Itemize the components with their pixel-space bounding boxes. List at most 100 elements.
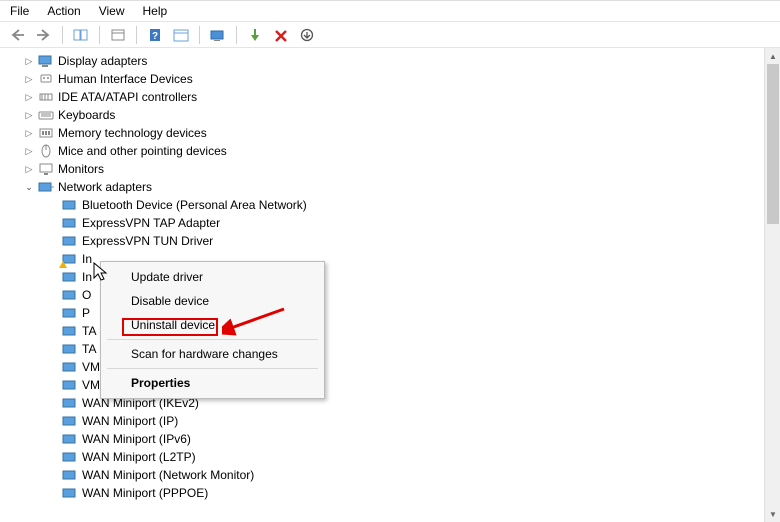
context-separator (107, 339, 318, 340)
category-mice[interactable]: ▷ Mice and other pointing devices (20, 142, 780, 160)
expand-icon[interactable]: ▷ (24, 164, 34, 175)
device-wan-netmon[interactable]: WAN Miniport (Network Monitor) (62, 466, 780, 484)
network-device-icon (62, 288, 78, 302)
device-wan-l2tp[interactable]: WAN Miniport (L2TP) (62, 448, 780, 466)
category-label: Keyboards (58, 108, 115, 122)
calendar-icon[interactable] (171, 25, 191, 45)
context-menu: Update driver Disable device Uninstall d… (100, 261, 325, 399)
category-ide[interactable]: ▷ IDE ATA/ATAPI controllers (20, 88, 780, 106)
network-device-icon (62, 360, 78, 374)
context-scan-hardware[interactable]: Scan for hardware changes (103, 342, 322, 366)
category-hid[interactable]: ▷ Human Interface Devices (20, 70, 780, 88)
display-adapter-icon (38, 54, 54, 68)
context-separator (107, 368, 318, 369)
keyboard-icon (38, 108, 54, 122)
device-label: WAN Miniport (IP) (82, 414, 178, 428)
device-label: WAN Miniport (Network Monitor) (82, 468, 254, 482)
device-expressvpn-tap[interactable]: ExpressVPN TAP Adapter (62, 214, 780, 232)
toolbar-separator (99, 26, 100, 44)
toolbar-separator (199, 26, 200, 44)
category-label: Mice and other pointing devices (58, 144, 227, 158)
category-keyboards[interactable]: ▷ Keyboards (20, 106, 780, 124)
context-properties[interactable]: Properties (103, 371, 322, 395)
category-monitors[interactable]: ▷ Monitors (20, 160, 780, 178)
category-label: Network adapters (58, 180, 152, 194)
menu-help[interactable]: Help (143, 4, 168, 18)
network-device-icon (62, 396, 78, 410)
category-network-adapters[interactable]: ⌄ Network adapters (20, 178, 780, 196)
category-label: Human Interface Devices (58, 72, 193, 86)
enable-device-button[interactable] (245, 25, 265, 45)
memory-icon (38, 126, 54, 140)
network-device-icon (62, 486, 78, 500)
category-label: Monitors (58, 162, 104, 176)
svg-text:?: ? (152, 31, 158, 42)
network-device-icon (62, 414, 78, 428)
expand-icon[interactable]: ▷ (24, 110, 34, 121)
device-label: In (82, 270, 92, 284)
mouse-icon (38, 144, 54, 158)
category-display-adapters[interactable]: ▷ Display adapters (20, 52, 780, 70)
disable-device-button[interactable] (271, 25, 291, 45)
expand-icon[interactable]: ▷ (24, 74, 34, 85)
toolbar-separator (236, 26, 237, 44)
vertical-scrollbar[interactable]: ▲ ▼ (764, 48, 780, 522)
collapse-icon[interactable]: ⌄ (24, 182, 34, 193)
device-label: ExpressVPN TUN Driver (82, 234, 213, 248)
device-bluetooth-pan[interactable]: Bluetooth Device (Personal Area Network) (62, 196, 780, 214)
menu-file[interactable]: File (10, 4, 29, 18)
ide-icon (38, 90, 54, 104)
device-label: WAN Miniport (PPPOE) (82, 486, 208, 500)
menu-action[interactable]: Action (47, 4, 80, 18)
warning-badge-icon (59, 261, 67, 268)
context-uninstall-device[interactable]: Uninstall device (103, 313, 322, 337)
device-wan-ip[interactable]: WAN Miniport (IP) (62, 412, 780, 430)
help-button[interactable]: ? (145, 25, 165, 45)
show-hide-tree-button[interactable] (71, 25, 91, 45)
expand-icon[interactable]: ▷ (24, 92, 34, 103)
network-device-icon (62, 270, 78, 284)
device-label: Bluetooth Device (Personal Area Network) (82, 198, 307, 212)
network-device-icon (62, 432, 78, 446)
network-device-icon (62, 216, 78, 230)
expand-icon[interactable]: ▷ (24, 56, 34, 67)
device-wan-pppoe[interactable]: WAN Miniport (PPPOE) (62, 484, 780, 502)
network-device-icon (62, 252, 78, 266)
context-disable-device[interactable]: Disable device (103, 289, 322, 313)
toolbar-separator (62, 26, 63, 44)
category-label: Memory technology devices (58, 126, 207, 140)
device-label: O (82, 288, 91, 302)
expand-icon[interactable]: ▷ (24, 146, 34, 157)
context-update-driver[interactable]: Update driver (103, 265, 322, 289)
toolbar-separator (136, 26, 137, 44)
device-wan-ipv6[interactable]: WAN Miniport (IPv6) (62, 430, 780, 448)
device-expressvpn-tun[interactable]: ExpressVPN TUN Driver (62, 232, 780, 250)
network-device-icon (62, 342, 78, 356)
device-label: P (82, 306, 90, 320)
menubar: File Action View Help (0, 1, 780, 22)
device-label: WAN Miniport (L2TP) (82, 450, 196, 464)
device-label: TA (82, 342, 96, 356)
device-label: In (82, 252, 92, 266)
network-device-icon (62, 306, 78, 320)
network-device-icon (62, 234, 78, 248)
network-adapter-icon (38, 180, 54, 194)
back-button[interactable] (8, 25, 28, 45)
device-label: WAN Miniport (IPv6) (82, 432, 191, 446)
category-memtech[interactable]: ▷ Memory technology devices (20, 124, 780, 142)
scroll-thumb[interactable] (767, 64, 779, 224)
network-device-icon (62, 450, 78, 464)
menu-view[interactable]: View (99, 4, 125, 18)
network-device-icon (62, 198, 78, 212)
toolbar: ? (0, 22, 780, 48)
scan-hardware-button[interactable] (208, 25, 228, 45)
uninstall-device-button[interactable] (297, 25, 317, 45)
scroll-up-arrow-icon[interactable]: ▲ (765, 48, 780, 64)
properties-button[interactable] (108, 25, 128, 45)
network-device-icon (62, 324, 78, 338)
device-label: ExpressVPN TAP Adapter (82, 216, 220, 230)
network-device-icon (62, 378, 78, 392)
forward-button[interactable] (34, 25, 54, 45)
device-label: TA (82, 324, 96, 338)
expand-icon[interactable]: ▷ (24, 128, 34, 139)
